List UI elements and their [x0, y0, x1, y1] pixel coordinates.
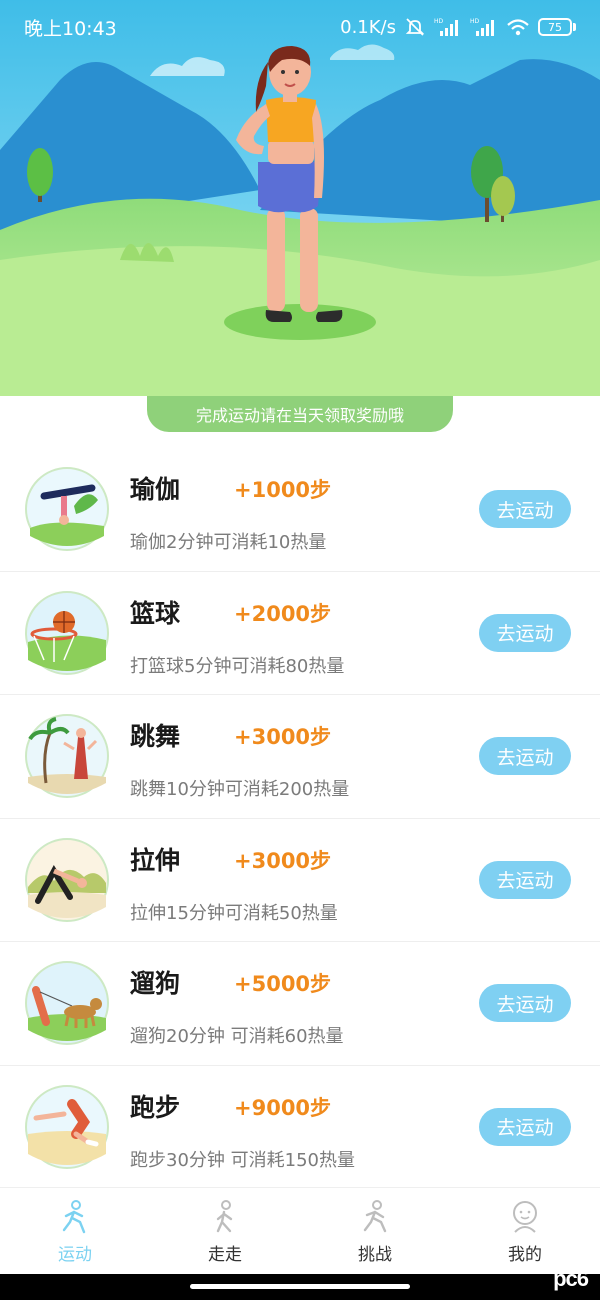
wifi-icon	[507, 19, 529, 36]
tab-walk[interactable]: 走走	[150, 1188, 300, 1274]
battery-level: 75	[548, 20, 562, 34]
signal-hd-icon-2: HD	[470, 18, 494, 36]
activity-description: 遛狗20分钟 可消耗60热量	[130, 1026, 344, 1047]
list-item: 篮球 +2000步 打篮球5分钟可消耗80热量 去运动	[0, 572, 600, 695]
list-item: 拉伸 +3000步 拉伸15分钟可消耗50热量 去运动	[0, 819, 600, 942]
go-exercise-button[interactable]: 去运动	[479, 860, 571, 899]
activity-steps: +5000步	[234, 972, 332, 996]
tab-label: 运动	[58, 1245, 92, 1265]
go-exercise-button[interactable]: 去运动	[479, 490, 571, 528]
list-item: 跳舞 +3000步 跳舞10分钟可消耗200热量 去运动	[0, 695, 600, 819]
challenge-icon	[363, 1200, 387, 1233]
exercise-icon	[62, 1200, 86, 1234]
tab-label: 我的	[508, 1245, 542, 1265]
activity-description: 打篮球5分钟可消耗80热量	[130, 655, 345, 677]
hero-scene	[0, 0, 600, 396]
go-exercise-button[interactable]: 去运动	[479, 613, 571, 652]
tab-label: 挑战	[358, 1245, 392, 1265]
hero-illustration	[0, 0, 600, 396]
walk-icon	[216, 1200, 233, 1233]
svg-text:HD: HD	[470, 18, 480, 25]
status-time: 晚上10:43	[24, 17, 117, 40]
activity-name: 瑜伽	[130, 475, 181, 504]
bottom-nav: 运动 走走 挑战 我的	[0, 1187, 600, 1274]
activity-description: 跑步30分钟 可消耗150热量	[130, 1149, 355, 1171]
profile-icon	[513, 1201, 537, 1233]
activity-steps: +9000步	[234, 1095, 332, 1120]
dance-image	[24, 713, 110, 799]
mute-bell-icon	[405, 18, 425, 36]
activity-name: 跑步	[130, 1092, 181, 1122]
network-speed: 0.1K/s	[340, 16, 396, 38]
activity-steps: +1000步	[234, 478, 332, 502]
tab-profile[interactable]: 我的	[450, 1188, 600, 1274]
activity-name: 遛狗	[130, 969, 181, 998]
activity-description: 拉伸15分钟可消耗50热量	[130, 902, 338, 924]
tab-challenge[interactable]: 挑战	[300, 1188, 450, 1274]
basketball-image	[24, 590, 110, 676]
go-exercise-button[interactable]: 去运动	[479, 984, 571, 1022]
signal-hd-icon-1: HD	[434, 18, 458, 36]
list-item: 跑步 +9000步 跑步30分钟 可消耗150热量 去运动	[0, 1066, 600, 1190]
dog-walking-image	[24, 960, 110, 1046]
activity-name: 拉伸	[130, 845, 181, 875]
list-item: 瑜伽 +1000步 瑜伽2分钟可消耗10热量 去运动	[0, 448, 600, 572]
tab-label: 走走	[208, 1245, 242, 1265]
activity-steps: +3000步	[234, 848, 332, 873]
reward-notice-banner: 完成运动请在当天领取奖励哦	[147, 396, 453, 432]
activity-list: 瑜伽 +1000步 瑜伽2分钟可消耗10热量 去运动 篮球 +2000步 打篮球…	[0, 448, 600, 1189]
status-icons: 0.1K/s HD HD 75	[340, 16, 576, 38]
activity-description: 瑜伽2分钟可消耗10热量	[130, 532, 327, 553]
activity-steps: +2000步	[234, 601, 332, 626]
stretch-image	[24, 837, 110, 923]
battery-icon: 75	[538, 18, 576, 36]
activity-description: 跳舞10分钟可消耗200热量	[130, 779, 350, 800]
svg-text:HD: HD	[434, 18, 444, 25]
go-exercise-button[interactable]: 去运动	[479, 737, 571, 775]
running-image	[24, 1084, 110, 1170]
tab-exercise[interactable]: 运动	[0, 1188, 150, 1274]
status-bar: 晚上10:43 0.1K/s HD HD 75	[0, 0, 600, 54]
go-exercise-button[interactable]: 去运动	[479, 1107, 571, 1146]
yoga-image	[24, 466, 110, 552]
activity-name: 跳舞	[130, 722, 181, 751]
home-indicator[interactable]	[190, 1284, 410, 1289]
activity-name: 篮球	[130, 598, 181, 628]
watermark: pc6	[553, 1266, 589, 1291]
list-item: 遛狗 +5000步 遛狗20分钟 可消耗60热量 去运动	[0, 942, 600, 1066]
activity-steps: +3000步	[234, 725, 332, 749]
gesture-bar	[0, 1274, 600, 1300]
